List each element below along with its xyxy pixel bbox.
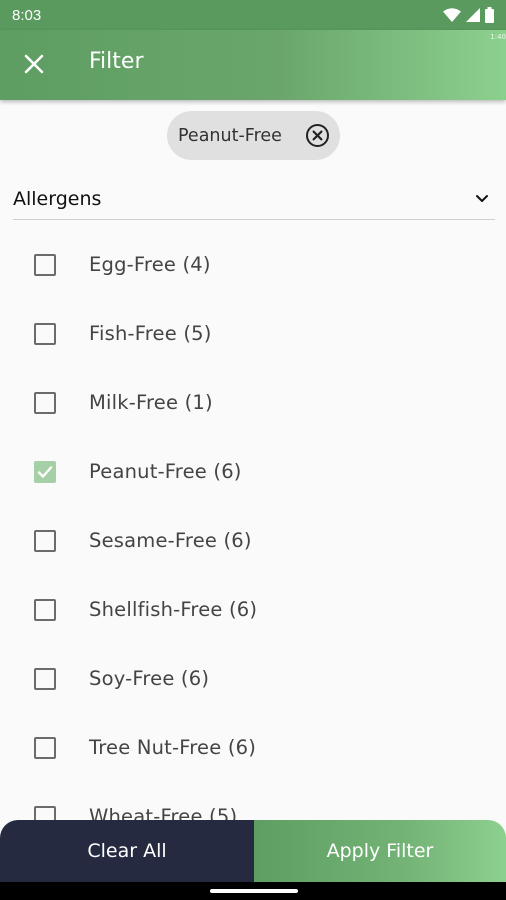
checkbox-checked[interactable]: [34, 460, 56, 483]
page-title: Filter: [89, 49, 144, 74]
option-label: Soy-Free (6): [89, 667, 210, 690]
checkbox[interactable]: [34, 529, 56, 552]
option-label: Sesame-Free (6): [89, 529, 252, 552]
checkbox[interactable]: [34, 667, 56, 690]
chevron-down-icon: [475, 189, 489, 208]
home-handle[interactable]: [210, 889, 298, 893]
checkmark-icon: [37, 465, 53, 478]
option-label: Peanut-Free (6): [89, 460, 242, 483]
checkbox[interactable]: [34, 391, 56, 414]
wifi-icon: [443, 8, 461, 22]
list-item-egg-free[interactable]: Egg-Free (4): [0, 230, 506, 299]
list-item-tree-nut-free[interactable]: Tree Nut-Free (6): [0, 713, 506, 782]
option-label: Shellfish-Free (6): [89, 598, 258, 621]
close-icon: [24, 54, 44, 78]
checkbox[interactable]: [34, 253, 56, 276]
circle-x-icon[interactable]: [305, 123, 330, 152]
checkbox[interactable]: [34, 598, 56, 621]
option-label: Egg-Free (4): [89, 253, 211, 276]
filter-chip-peanut-free[interactable]: Peanut-Free: [167, 111, 340, 160]
list-item-soy-free[interactable]: Soy-Free (6): [0, 644, 506, 713]
option-label: Fish-Free (5): [89, 322, 212, 345]
debug-tag: 1:40: [490, 33, 506, 41]
option-label: Milk-Free (1): [89, 391, 213, 414]
apply-filter-button[interactable]: Apply Filter: [254, 820, 506, 882]
gesture-nav-bar: [0, 882, 506, 900]
list-item-shellfish-free[interactable]: Shellfish-Free (6): [0, 575, 506, 644]
close-button[interactable]: [18, 50, 50, 82]
checkbox[interactable]: [34, 322, 56, 345]
list-item-fish-free[interactable]: Fish-Free (5): [0, 299, 506, 368]
signal-icon: [466, 8, 480, 22]
checkbox[interactable]: [34, 736, 56, 759]
bottom-action-bar: Clear All Apply Filter: [0, 820, 506, 882]
filter-screen: 8:03 Filter 1:40 Peanut-Free Allergens E…: [0, 0, 506, 900]
list-item-peanut-free[interactable]: Peanut-Free (6): [0, 437, 506, 506]
status-time: 8:03: [12, 6, 42, 24]
battery-icon: [485, 7, 494, 23]
option-label: Tree Nut-Free (6): [89, 736, 257, 759]
list-item-milk-free[interactable]: Milk-Free (1): [0, 368, 506, 437]
status-bar: 8:03: [0, 0, 506, 30]
section-label: Allergens: [13, 187, 102, 210]
app-bar: Filter 1:40: [0, 30, 506, 100]
list-item-sesame-free[interactable]: Sesame-Free (6): [0, 506, 506, 575]
chip-label: Peanut-Free: [178, 125, 282, 146]
allergens-dropdown[interactable]: Allergens: [13, 178, 495, 220]
status-icons: [443, 7, 494, 23]
clear-all-button[interactable]: Clear All: [0, 820, 254, 882]
